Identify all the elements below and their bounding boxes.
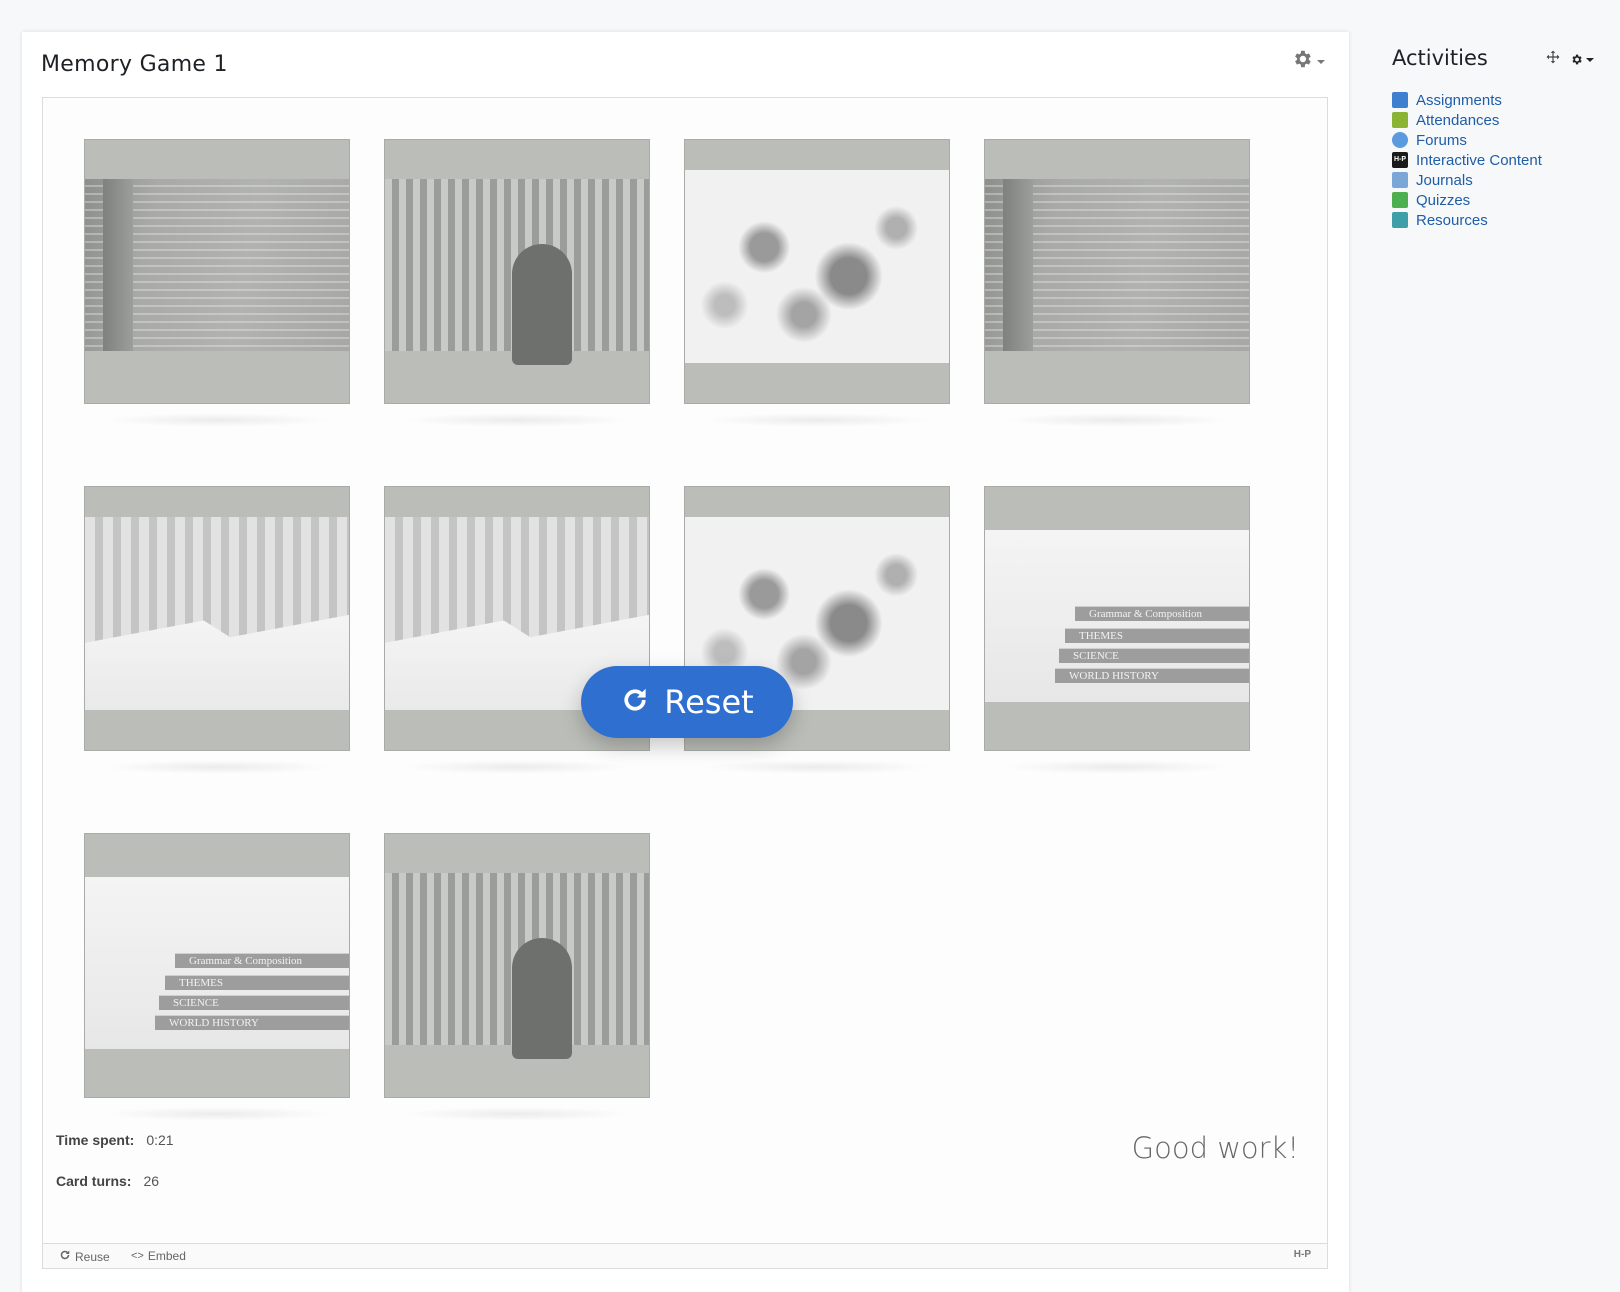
time-spent-label: Time spent:: [56, 1132, 135, 1148]
activity-label: Quizzes: [1416, 191, 1471, 209]
memory-card[interactable]: [984, 139, 1250, 404]
block-title: Memory Game 1: [41, 52, 228, 77]
card-shadow: [1002, 413, 1232, 427]
card-image-person-behind-blinds: [385, 873, 649, 1059]
time-spent-row: Time spent: 0:21: [56, 1132, 174, 1148]
activity-link-resources[interactable]: Resources: [1392, 210, 1542, 230]
activity-link-assignments[interactable]: Assignments: [1392, 90, 1542, 110]
activity-link-journals[interactable]: Journals: [1392, 170, 1542, 190]
attendance-icon: [1392, 112, 1408, 128]
activity-link-interactive-content[interactable]: H-P Interactive Content: [1392, 150, 1542, 170]
embed-button[interactable]: <> Embed: [131, 1249, 186, 1263]
activity-link-forums[interactable]: Forums: [1392, 130, 1542, 150]
card-shadow: [402, 413, 632, 427]
card-image-code-screen: [985, 179, 1249, 351]
book-spine: WORLD HISTORY: [1055, 668, 1249, 683]
memory-game-board: Grammar & Composition THEMES SCIENCE WOR…: [43, 98, 1327, 1133]
move-icon[interactable]: [1546, 50, 1560, 69]
card-shadow: [702, 413, 932, 427]
card-shadow: [102, 760, 332, 774]
block-controls: [1546, 50, 1594, 69]
book-spine: SCIENCE: [159, 995, 349, 1010]
memory-card[interactable]: [384, 139, 650, 404]
activity-label: Forums: [1416, 131, 1467, 149]
time-spent-value: 0:21: [146, 1132, 174, 1148]
card-image-abstract-ink-painting: [685, 170, 949, 363]
embed-icon: <>: [131, 1250, 144, 1262]
card-shadow: [702, 760, 932, 774]
reuse-button[interactable]: Reuse: [59, 1249, 110, 1264]
book-spine: THEMES: [165, 975, 349, 990]
activity-label: Assignments: [1416, 91, 1502, 109]
memory-card[interactable]: Grammar & Composition THEMES SCIENCE WOR…: [984, 486, 1250, 751]
activity-label: Attendances: [1416, 111, 1500, 129]
card-image-open-books: [85, 517, 349, 710]
activities-list: Assignments Attendances Forums H-P Inter…: [1392, 90, 1542, 230]
card-shadow: [402, 760, 632, 774]
memory-card[interactable]: [384, 833, 650, 1098]
book-spine: Grammar & Composition: [175, 953, 349, 968]
memory-card[interactable]: Grammar & Composition THEMES SCIENCE WOR…: [84, 833, 350, 1098]
reuse-icon: [59, 1249, 71, 1264]
reset-label: Reset: [664, 683, 754, 721]
activities-block: Activities Assignments Attendances Forum…: [1392, 46, 1612, 229]
card-turns-label: Card turns:: [56, 1173, 132, 1189]
card-image-book-stack: Grammar & Composition THEMES SCIENCE WOR…: [985, 530, 1249, 702]
card-shadow: [102, 413, 332, 427]
reset-button[interactable]: Reset: [581, 666, 793, 738]
card-turns-row: Card turns: 26: [56, 1173, 159, 1189]
activity-block: Memory Game 1 Grammar & Composition THEM…: [22, 32, 1349, 1292]
memory-card[interactable]: [84, 139, 350, 404]
reuse-label: Reuse: [75, 1249, 110, 1264]
activity-link-quizzes[interactable]: Quizzes: [1392, 190, 1542, 210]
activity-link-attendances[interactable]: Attendances: [1392, 110, 1542, 130]
embed-label: Embed: [147, 1249, 186, 1263]
card-image-code-screen: [85, 179, 349, 351]
activity-label: Journals: [1416, 171, 1473, 189]
book-spine: SCIENCE: [1059, 648, 1249, 663]
book-spine: THEMES: [1065, 628, 1249, 643]
activity-label: Interactive Content: [1416, 151, 1542, 169]
h5p-action-bar: Reuse <> Embed H-P: [43, 1243, 1327, 1268]
card-shadow: [402, 1107, 632, 1121]
h5p-container: Grammar & Composition THEMES SCIENCE WOR…: [42, 97, 1328, 1269]
book-spine: WORLD HISTORY: [155, 1015, 349, 1030]
card-image-book-stack: Grammar & Composition THEMES SCIENCE WOR…: [85, 877, 349, 1049]
memory-card[interactable]: [684, 139, 950, 404]
activity-label: Resources: [1416, 211, 1488, 229]
journal-icon: [1392, 172, 1408, 188]
book-spine: Grammar & Composition: [1075, 606, 1249, 621]
feedback-message: Good work!: [1131, 1131, 1299, 1165]
card-turns-value: 26: [143, 1173, 160, 1189]
forum-icon: [1392, 132, 1408, 148]
resource-icon: [1392, 212, 1408, 228]
chevron-down-icon: [1586, 57, 1594, 62]
card-image-person-behind-blinds: [385, 179, 649, 365]
card-shadow: [1002, 760, 1232, 774]
assignment-icon: [1392, 92, 1408, 108]
gear-icon[interactable]: [1291, 48, 1313, 75]
chevron-down-icon: [1317, 52, 1325, 70]
h5p-logo[interactable]: H-P: [1294, 1249, 1311, 1260]
block-actions-menu[interactable]: [1291, 48, 1331, 74]
gear-icon[interactable]: [1570, 53, 1594, 66]
card-shadow: [102, 1107, 332, 1121]
h5p-icon: H-P: [1392, 152, 1408, 168]
quiz-icon: [1392, 192, 1408, 208]
refresh-icon: [620, 685, 650, 720]
memory-card[interactable]: [84, 486, 350, 751]
